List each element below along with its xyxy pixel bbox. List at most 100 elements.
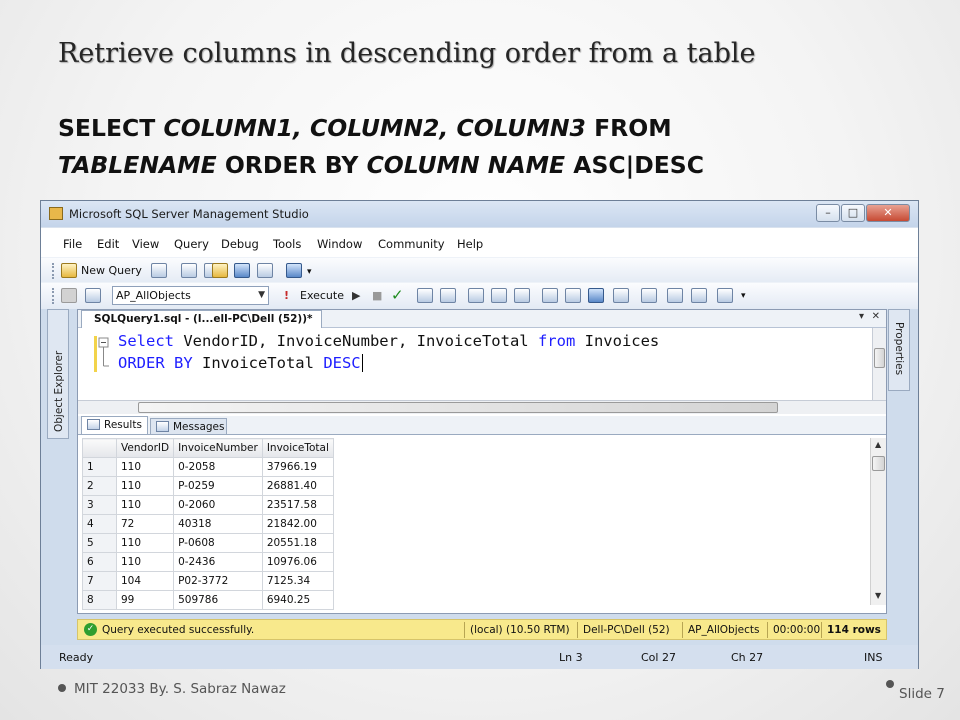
stop-icon[interactable]: ■: [372, 289, 382, 302]
editor-scroll-thumb[interactable]: [874, 348, 885, 368]
query-designer-icon[interactable]: [440, 288, 456, 303]
toolbar-overflow-icon[interactable]: ▾: [307, 267, 312, 277]
column-header-vendorid[interactable]: VendorID: [115, 438, 175, 458]
code-editor[interactable]: Select VendorID, InvoiceNumber, InvoiceT…: [78, 328, 872, 398]
table-cell[interactable]: 0-2436: [173, 552, 263, 572]
comment-icon[interactable]: [613, 288, 629, 303]
tab-results[interactable]: Results: [81, 416, 148, 434]
table-cell[interactable]: P02-3772: [173, 571, 263, 591]
toolbar-overflow-icon-2[interactable]: ▾: [741, 291, 746, 301]
editor-vertical-scrollbar[interactable]: [872, 328, 886, 400]
table-cell[interactable]: 26881.40: [261, 476, 334, 496]
table-cell[interactable]: 72: [115, 514, 175, 534]
row-number-cell[interactable]: 6: [82, 552, 117, 572]
decrease-indent-icon[interactable]: [667, 288, 683, 303]
open-folder-icon[interactable]: [212, 263, 228, 278]
increase-indent-icon[interactable]: [691, 288, 707, 303]
table-cell[interactable]: 509786: [173, 590, 263, 610]
menu-query[interactable]: Query: [174, 237, 209, 251]
tab-sqlquery1[interactable]: SQLQuery1.sql - (l...ell-PC\Dell (52))*: [81, 310, 322, 328]
toolbar-grip[interactable]: [52, 263, 55, 279]
row-number-cell[interactable]: 3: [82, 495, 117, 515]
menu-help[interactable]: Help: [457, 237, 483, 251]
table-cell[interactable]: 0-2058: [173, 457, 263, 477]
results-to-file-icon[interactable]: [514, 288, 530, 303]
new-query-button[interactable]: New Query: [81, 264, 142, 277]
table-cell[interactable]: 7125.34: [261, 571, 334, 591]
table-row[interactable]: 1 110 0-2058 37966.19: [82, 457, 334, 477]
specify-values-icon[interactable]: [717, 288, 733, 303]
new-project-icon[interactable]: [181, 263, 197, 278]
row-number-cell[interactable]: 1: [82, 457, 117, 477]
table-cell[interactable]: 110: [115, 495, 175, 515]
menu-window[interactable]: Window: [317, 237, 362, 251]
column-header-invoicetotal[interactable]: InvoiceTotal: [261, 438, 334, 458]
results-to-grid-icon[interactable]: [491, 288, 507, 303]
table-cell[interactable]: 110: [115, 552, 175, 572]
activity-monitor-icon[interactable]: [286, 263, 302, 278]
print-icon[interactable]: [257, 263, 273, 278]
table-cell[interactable]: 23517.58: [261, 495, 334, 515]
table-row[interactable]: 8 99 509786 6940.25: [82, 590, 334, 610]
scroll-up-icon[interactable]: ▲: [875, 440, 881, 449]
table-row[interactable]: 5 110 P-0608 20551.18: [82, 533, 334, 553]
table-cell[interactable]: 110: [115, 476, 175, 496]
table-cell[interactable]: 20551.18: [261, 533, 334, 553]
collapse-icon[interactable]: [98, 336, 110, 370]
table-row[interactable]: 3 110 0-2060 23517.58: [82, 495, 334, 515]
maximize-button[interactable]: □: [841, 204, 865, 222]
table-cell[interactable]: 110: [115, 457, 175, 477]
table-cell[interactable]: 21842.00: [261, 514, 334, 534]
minimize-button[interactable]: –: [816, 204, 840, 222]
include-plan-icon[interactable]: [542, 288, 558, 303]
menu-file[interactable]: File: [63, 237, 82, 251]
table-cell[interactable]: 110: [115, 533, 175, 553]
save-icon[interactable]: [234, 263, 250, 278]
table-cell[interactable]: 6940.25: [261, 590, 334, 610]
menu-debug[interactable]: Debug: [221, 237, 259, 251]
table-cell[interactable]: 99: [115, 590, 175, 610]
table-row[interactable]: 6 110 0-2436 10976.06: [82, 552, 334, 572]
menu-tools[interactable]: Tools: [273, 237, 301, 251]
table-cell[interactable]: 37966.19: [261, 457, 334, 477]
new-file-icon[interactable]: [151, 263, 167, 278]
table-cell[interactable]: P-0259: [173, 476, 263, 496]
execute-button[interactable]: Execute: [300, 289, 344, 302]
properties-tab[interactable]: Properties: [888, 309, 910, 391]
scroll-down-icon[interactable]: ▼: [875, 591, 881, 600]
editor-hscroll-thumb[interactable]: [138, 402, 778, 413]
row-number-cell[interactable]: 8: [82, 590, 117, 610]
menu-community[interactable]: Community: [378, 237, 445, 251]
row-number-cell[interactable]: 4: [82, 514, 117, 534]
table-cell[interactable]: 0-2060: [173, 495, 263, 515]
object-explorer-tab[interactable]: Object Explorer: [47, 309, 69, 439]
close-button[interactable]: ✕: [866, 204, 910, 222]
database-select[interactable]: AP_AllObjects ▼: [112, 286, 269, 305]
table-cell[interactable]: 40318: [173, 514, 263, 534]
table-row[interactable]: 7 104 P02-3772 7125.34: [82, 571, 334, 591]
toolbar-grip-2[interactable]: [52, 288, 55, 304]
menu-edit[interactable]: Edit: [97, 237, 119, 251]
tab-messages[interactable]: Messages: [150, 418, 227, 434]
row-number-cell[interactable]: 7: [82, 571, 117, 591]
column-header-invoicenumber[interactable]: InvoiceNumber: [173, 438, 263, 458]
results-vertical-scrollbar[interactable]: ▲ ▼: [870, 438, 886, 605]
results-scroll-thumb[interactable]: [872, 456, 885, 471]
table-cell[interactable]: 10976.06: [261, 552, 334, 572]
menu-view[interactable]: View: [132, 237, 159, 251]
change-connection-icon[interactable]: [85, 288, 101, 303]
client-stats-icon[interactable]: [565, 288, 581, 303]
tab-close-icon[interactable]: ✕: [872, 311, 880, 322]
show-results-icon[interactable]: [588, 288, 604, 303]
tab-dropdown-icon[interactable]: ▾: [859, 311, 864, 322]
debug-play-icon[interactable]: ▶: [352, 289, 360, 302]
uncomment-icon[interactable]: [641, 288, 657, 303]
table-row[interactable]: 2 110 P-0259 26881.40: [82, 476, 334, 496]
table-cell[interactable]: P-0608: [173, 533, 263, 553]
editor-horizontal-scrollbar[interactable]: [78, 400, 886, 414]
row-number-cell[interactable]: 2: [82, 476, 117, 496]
connect-icon[interactable]: [61, 288, 77, 303]
row-number-cell[interactable]: 5: [82, 533, 117, 553]
parse-check-icon[interactable]: ✓: [391, 288, 407, 303]
table-row[interactable]: 4 72 40318 21842.00: [82, 514, 334, 534]
